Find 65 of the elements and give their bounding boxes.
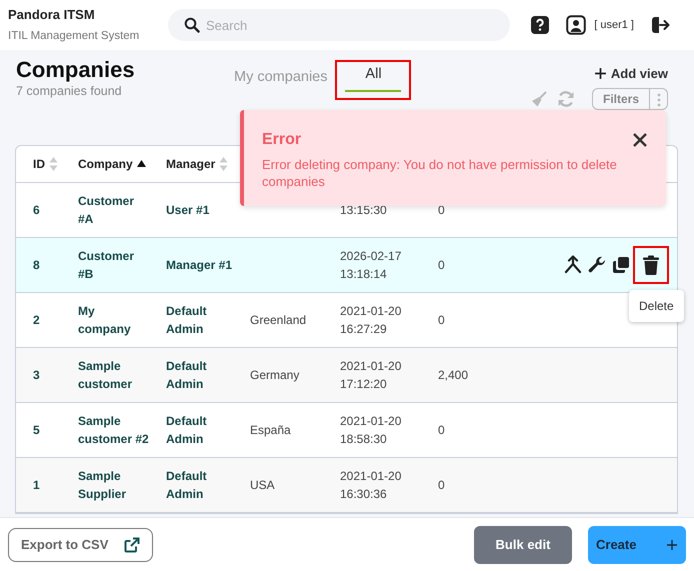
table-cell: 5 bbox=[33, 422, 40, 436]
bulk-edit-button[interactable]: Bulk edit bbox=[474, 526, 572, 564]
trash-icon[interactable] bbox=[642, 254, 660, 274]
plus-icon bbox=[666, 538, 678, 550]
close-icon[interactable] bbox=[632, 132, 648, 148]
error-title: Error bbox=[262, 130, 302, 150]
table-cell: 0 bbox=[438, 312, 445, 326]
table-cell: España bbox=[250, 422, 291, 436]
table-cell: 0 bbox=[438, 478, 445, 492]
table-cell: Sample Supplier bbox=[78, 468, 126, 500]
table-cell: 13:15:30 bbox=[340, 202, 387, 216]
search-field[interactable]: Search bbox=[168, 9, 510, 41]
table-cell: 2021-01-20 17:12:20 bbox=[340, 358, 402, 390]
table-cell: 0 bbox=[438, 258, 445, 272]
table-cell: Default Admin bbox=[166, 414, 207, 446]
table-cell: 0 bbox=[438, 202, 445, 216]
plus-icon bbox=[594, 67, 607, 80]
table-cell: 2026-02-17 13:18:14 bbox=[340, 248, 402, 280]
table-cell: Default Admin bbox=[166, 304, 207, 336]
table-cell: My company bbox=[78, 304, 131, 336]
wrench-icon[interactable] bbox=[587, 254, 607, 274]
table-cell: Germany bbox=[250, 368, 300, 382]
app-title: Pandora ITSM bbox=[8, 6, 96, 24]
table-cell: Greenland bbox=[250, 312, 306, 326]
column-header[interactable]: Manager bbox=[166, 154, 216, 173]
help-icon[interactable] bbox=[530, 15, 550, 35]
view-tab[interactable]: All bbox=[337, 62, 410, 98]
table-cell: Sample customer bbox=[78, 358, 132, 390]
table-cell: Customer #A bbox=[78, 194, 134, 226]
table-cell: 8 bbox=[33, 258, 40, 272]
table-cell: Manager #1 bbox=[166, 258, 232, 272]
add-view-button[interactable]: Add view bbox=[594, 64, 668, 84]
table-cell: 2021-01-20 16:30:36 bbox=[340, 468, 402, 500]
export-csv-button[interactable]: Export to CSV bbox=[8, 528, 154, 562]
create-button[interactable]: Create bbox=[588, 526, 686, 564]
table-cell: Customer #B bbox=[78, 248, 134, 280]
user-icon[interactable] bbox=[566, 14, 586, 35]
table-cell: 2 bbox=[33, 312, 40, 326]
column-header[interactable]: ID bbox=[33, 154, 45, 173]
result-count: 7 companies found bbox=[16, 83, 123, 100]
external-link-icon bbox=[124, 536, 140, 552]
app-subtitle: ITIL Management System bbox=[8, 29, 140, 44]
table-cell: Default Admin bbox=[166, 358, 207, 390]
fork-icon[interactable] bbox=[563, 254, 583, 274]
sort-ascending-icon[interactable] bbox=[136, 160, 146, 168]
copy-icon[interactable] bbox=[611, 254, 631, 274]
table-cell: Sample customer #2 bbox=[78, 414, 149, 446]
table-cell: User #1 bbox=[166, 202, 210, 216]
username[interactable]: [ user1 ] bbox=[594, 16, 634, 34]
kebab-icon bbox=[656, 93, 660, 108]
tooltip: Delete bbox=[629, 290, 684, 322]
table-cell: 1 bbox=[33, 478, 40, 492]
table-cell: 2,400 bbox=[438, 368, 468, 382]
logout-icon[interactable] bbox=[650, 14, 670, 35]
table-cell: 6 bbox=[33, 202, 40, 216]
table-cell: 2021-01-20 16:27:29 bbox=[340, 304, 402, 336]
column-header[interactable]: Company bbox=[78, 154, 133, 173]
page-title: Companies bbox=[16, 58, 136, 82]
table-cell: Default Admin bbox=[166, 468, 207, 500]
search-icon bbox=[184, 17, 200, 33]
table-cell: 0 bbox=[438, 422, 445, 436]
table-cell: 2021-01-20 18:58:30 bbox=[340, 414, 402, 446]
table-cell: 3 bbox=[33, 368, 40, 382]
table-cell: USA bbox=[250, 478, 275, 492]
error-message: Error deleting company: You do not have permission to delete companies bbox=[262, 156, 618, 190]
